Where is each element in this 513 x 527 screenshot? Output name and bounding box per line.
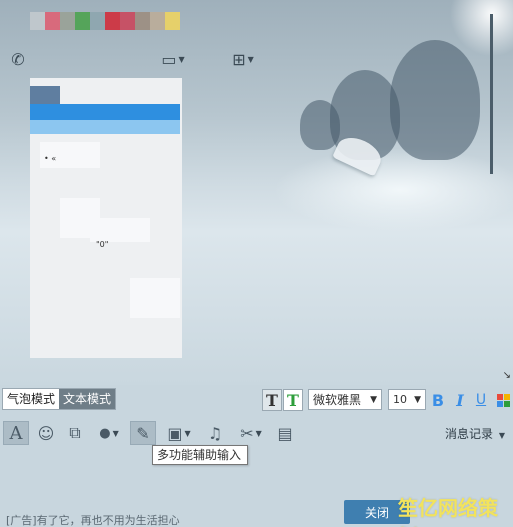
- panel-header-band: [30, 104, 180, 120]
- scissors-icon: ✂: [240, 423, 254, 443]
- chevron-down-icon: ▼: [178, 54, 185, 64]
- screen-share-button[interactable]: ▭ ▼: [156, 48, 190, 70]
- text-style-button[interactable]: T: [262, 389, 282, 411]
- phone-icon[interactable]: ✆: [8, 48, 28, 70]
- emoji-icon[interactable]: ☺: [34, 421, 58, 445]
- top-toolbar: ✆ ▭ ▼ ⊞ ▼: [0, 48, 300, 70]
- input-tool-row: A ☺ ⧉ ● ▼ ✎ ▣ ▼ ♫ ✂ ▼ ▤ 消息记录 ▼: [0, 421, 513, 445]
- message-history-button[interactable]: 消息记录 ▼: [445, 425, 505, 442]
- font-size-value: 10: [393, 393, 407, 406]
- image-icon: ▣: [167, 423, 183, 443]
- pen-icon[interactable]: ✎: [130, 421, 156, 445]
- chevron-down-icon: ▼: [247, 54, 254, 64]
- font-size-select[interactable]: 10 ▼: [388, 389, 426, 410]
- grid-icon: ⊞: [232, 49, 246, 69]
- chevron-down-icon: ▼: [370, 395, 377, 405]
- watermark: 笙亿网络策划: [398, 496, 498, 527]
- monitor-icon: ▭: [161, 49, 177, 69]
- chevron-down-icon: ▼: [498, 431, 505, 440]
- ad-text[interactable]: [广告]有了它，再也不用为生活担心: [6, 512, 180, 527]
- resize-arrow-icon[interactable]: ↘: [503, 370, 511, 381]
- chevron-down-icon: ▼: [255, 428, 262, 438]
- screenshot-icon[interactable]: ⧉: [62, 421, 88, 445]
- contact-avatar-strip: [30, 12, 180, 30]
- chevron-down-icon: ▼: [414, 395, 421, 405]
- message-history-label: 消息记录: [445, 427, 494, 441]
- font-icon[interactable]: A: [3, 421, 29, 445]
- palette-icon: [496, 393, 510, 407]
- font-family-select[interactable]: 微软雅黑 ▼: [308, 389, 382, 410]
- bubble-mode-button[interactable]: 气泡模式: [3, 389, 60, 409]
- street-lamp-icon: [490, 14, 493, 174]
- chat-message-panel: • « "0": [30, 78, 182, 358]
- tooltip: 多功能辅助输入: [152, 445, 248, 465]
- font-family-value: 微软雅黑: [313, 393, 362, 407]
- chat-line-1: • «: [44, 154, 57, 163]
- image-button[interactable]: ▣ ▼: [162, 421, 196, 445]
- chat-line-2: "0": [96, 240, 109, 249]
- chevron-down-icon: ▼: [184, 428, 191, 438]
- voice-button[interactable]: ● ▼: [94, 421, 124, 445]
- trash-icon[interactable]: ▤: [274, 421, 296, 445]
- text-color-button[interactable]: T: [283, 389, 303, 411]
- bold-button[interactable]: B: [430, 389, 446, 411]
- underline-button[interactable]: U: [473, 389, 489, 411]
- text-mode-button[interactable]: 文本模式: [59, 389, 116, 409]
- apps-button[interactable]: ⊞ ▼: [228, 48, 258, 70]
- scissors-button[interactable]: ✂ ▼: [234, 421, 268, 445]
- color-palette-button[interactable]: [496, 389, 510, 411]
- italic-button[interactable]: I: [452, 389, 468, 411]
- music-icon[interactable]: ♫: [202, 421, 228, 445]
- chevron-down-icon: ▼: [112, 428, 119, 438]
- message-mode-toggle: 气泡模式 文本模式: [2, 388, 117, 410]
- microphone-icon: ●: [99, 425, 111, 441]
